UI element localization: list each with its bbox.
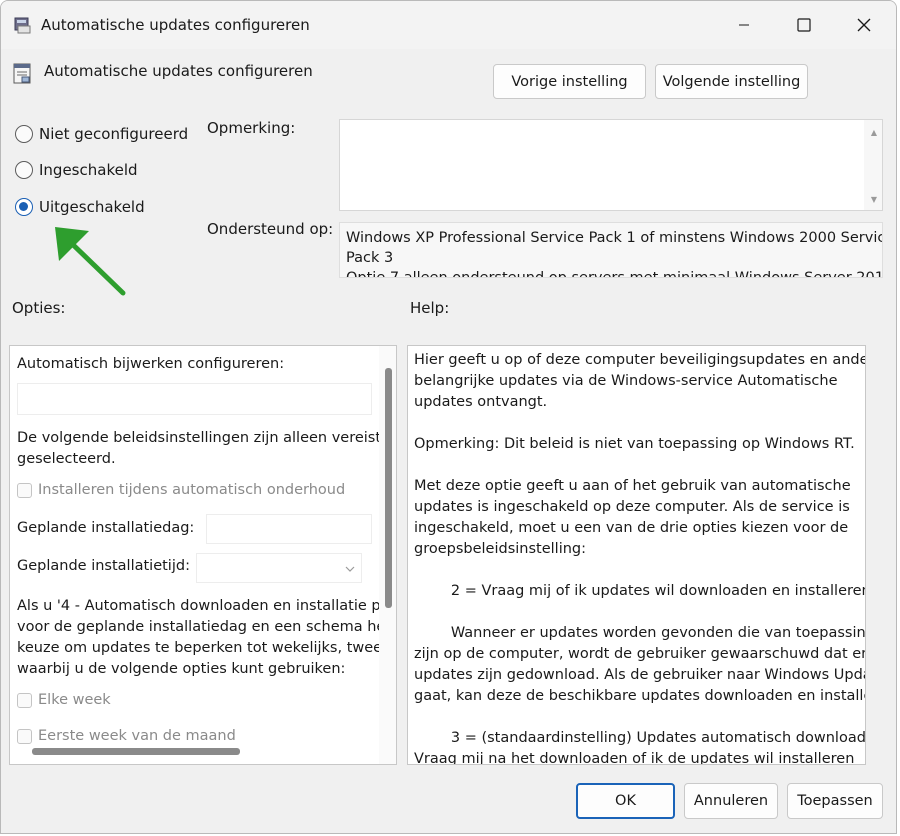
radio-circle[interactable] xyxy=(15,161,33,179)
radio-label: Niet geconfigureerd xyxy=(39,125,189,143)
planned-time-label: Geplande installatietijd: xyxy=(17,558,190,574)
supported-line-1: Windows XP Professional Service Pack 1 o… xyxy=(346,230,883,246)
radio-enabled[interactable]: Ingeschakeld xyxy=(15,158,138,182)
radio-disabled[interactable]: Uitgeschakeld xyxy=(15,195,145,219)
planned-day-label: Geplande installatiedag: xyxy=(17,520,195,536)
help-line: zijn op de computer, wordt de gebruiker … xyxy=(414,646,866,662)
next-setting-button[interactable]: Volgende instelling xyxy=(655,64,808,99)
help-line: gaat, kan deze de beschikbare updates do… xyxy=(414,688,866,704)
configure-label: Automatisch bijwerken configureren: xyxy=(17,356,285,372)
policy-editor-icon xyxy=(14,17,31,34)
radio-not-configured[interactable]: Niet geconfigureerd xyxy=(15,122,188,146)
minimize-icon xyxy=(739,24,749,26)
supported-line-3: Optie 7 alleen ondersteund op servers me… xyxy=(346,270,883,278)
help-spacer xyxy=(414,413,862,434)
planned-time-dropdown[interactable] xyxy=(196,553,362,583)
help-line: 3 = (standaardinstelling) Updates automa… xyxy=(414,730,866,746)
maximize-icon xyxy=(797,18,811,32)
schedule-text-1: Als u '4 - Automatisch downloaden en ins… xyxy=(17,598,394,614)
close-icon xyxy=(857,18,871,32)
checkbox-label: Elke week xyxy=(38,692,111,708)
options-panel[interactable]: Automatisch bijwerken configureren: De v… xyxy=(9,345,397,765)
options-horizontal-scroll-thumb[interactable] xyxy=(32,748,240,755)
help-line: 2 = Vraag mij of ik updates wil download… xyxy=(414,583,866,599)
help-line: Opmerking: Dit beleid is niet van toepas… xyxy=(414,436,855,452)
supported-on-text: Windows XP Professional Service Pack 1 o… xyxy=(339,222,883,278)
planned-day-dropdown[interactable] xyxy=(206,514,372,544)
comment-label: Opmerking: xyxy=(207,119,296,137)
help-line: Met deze optie geeft u aan of het gebrui… xyxy=(414,478,851,494)
help-line: belangrijke updates via de Windows-servi… xyxy=(414,373,838,389)
radio-circle-selected[interactable] xyxy=(15,198,33,216)
install-maintenance-checkbox[interactable]: Installeren tijdens automatisch onderhou… xyxy=(17,482,345,498)
scroll-up-icon[interactable]: ▲ xyxy=(871,128,877,137)
window-title: Automatische updates configureren xyxy=(41,16,310,34)
help-spacer xyxy=(414,560,862,581)
chevron-down-icon xyxy=(345,566,355,572)
radio-circle[interactable] xyxy=(15,125,33,143)
minimize-button[interactable] xyxy=(715,1,773,49)
first-week-checkbox[interactable]: Eerste week van de maand xyxy=(17,728,236,744)
help-spacer xyxy=(414,602,862,623)
policy-setting-icon xyxy=(13,63,31,84)
help-line: ingeschakeld, moet u een van de drie opt… xyxy=(414,520,849,536)
dialog-window: Automatische updates configureren Automa… xyxy=(0,0,897,834)
help-line: updates is ingeschakeld op deze computer… xyxy=(414,499,850,515)
setting-title: Automatische updates configureren xyxy=(44,62,313,80)
configure-dropdown[interactable] xyxy=(17,383,372,415)
schedule-text-2: voor de geplande installatiedag en een s… xyxy=(17,619,397,635)
help-line: groepsbeleidsinstelling: xyxy=(414,541,587,557)
title-bar[interactable]: Automatische updates configureren xyxy=(1,1,896,49)
schedule-text-3: keuze om updates te beperken tot wekelij… xyxy=(17,640,397,656)
options-scrollbar[interactable] xyxy=(379,346,396,764)
required-text-2: geselecteerd. xyxy=(17,451,116,467)
supported-line-2: Pack 3 xyxy=(346,250,394,266)
checkbox-box[interactable] xyxy=(17,692,32,708)
apply-button[interactable]: Toepassen xyxy=(787,783,883,819)
help-line: updates ontvangt. xyxy=(414,394,548,410)
close-button[interactable] xyxy=(835,1,893,49)
green-arrow-icon xyxy=(55,227,126,296)
supported-label: Ondersteund op: xyxy=(207,220,334,238)
options-label: Opties: xyxy=(12,299,66,317)
help-line: updates zijn gedownload. Als de gebruike… xyxy=(414,667,866,683)
help-line: Hier geeft u op of deze computer beveili… xyxy=(414,352,866,368)
help-label: Help: xyxy=(410,299,450,317)
help-line: Vraag mij na het downloaden of ik de upd… xyxy=(414,751,855,765)
comment-scrollbar[interactable]: ▲ ▼ xyxy=(864,120,882,210)
radio-label: Ingeschakeld xyxy=(39,161,138,179)
scroll-down-icon[interactable]: ▼ xyxy=(871,195,877,204)
every-week-checkbox[interactable]: Elke week xyxy=(17,692,111,708)
required-text-1: De volgende beleidsinstellingen zijn all… xyxy=(17,430,397,446)
schedule-text-4: waarbij u de volgende opties kunt gebrui… xyxy=(17,661,346,677)
help-panel[interactable]: Hier geeft u op of deze computer beveili… xyxy=(407,345,866,765)
cancel-button[interactable]: Annuleren xyxy=(684,783,778,819)
options-scroll-thumb[interactable] xyxy=(385,368,392,608)
help-spacer xyxy=(414,707,862,728)
previous-setting-button[interactable]: Vorige instelling xyxy=(493,64,646,99)
checkbox-box[interactable] xyxy=(17,728,32,744)
checkbox-box[interactable] xyxy=(17,482,32,498)
comment-textarea[interactable]: ▲ ▼ xyxy=(339,119,883,211)
checkbox-label: Eerste week van de maand xyxy=(38,728,236,744)
checkbox-label: Installeren tijdens automatisch onderhou… xyxy=(38,482,346,498)
ok-button[interactable]: OK xyxy=(576,783,675,819)
maximize-button[interactable] xyxy=(775,1,833,49)
help-spacer xyxy=(414,455,862,476)
radio-label: Uitgeschakeld xyxy=(39,198,145,216)
help-text: Hier geeft u op of deze computer beveili… xyxy=(414,350,866,765)
help-line: Wanneer er updates worden gevonden die v… xyxy=(414,625,866,641)
